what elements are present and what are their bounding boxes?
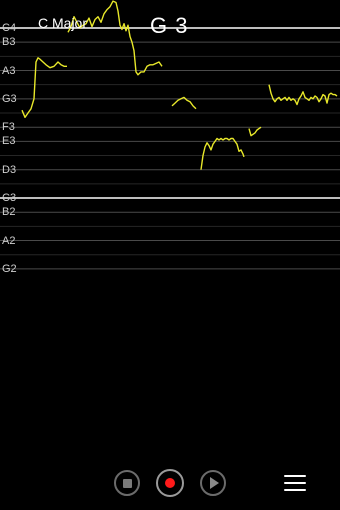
note-label: A2 <box>2 234 16 247</box>
pitch-trace-segment <box>268 84 338 106</box>
note-label: A3 <box>2 64 16 77</box>
hamburger-menu-icon[interactable] <box>284 473 306 493</box>
pitch-trace-segment <box>67 0 163 76</box>
stop-button[interactable] <box>114 470 140 496</box>
note-label: D3 <box>2 163 17 176</box>
pitch-trace-segment <box>248 126 262 137</box>
stop-square-icon <box>122 478 132 488</box>
current-note-display: G 3 <box>150 13 189 38</box>
note-label: C3 <box>2 192 17 205</box>
pitch-trace-segment <box>21 57 67 119</box>
play-triangle-icon <box>210 477 219 489</box>
key-label[interactable]: C Major <box>38 15 87 31</box>
note-label: C4 <box>2 22 17 34</box>
note-label: E3 <box>2 135 16 148</box>
note-label: G2 <box>2 262 17 275</box>
record-button[interactable] <box>156 469 184 497</box>
pitch-graph <box>0 0 340 270</box>
play-button[interactable] <box>200 470 226 496</box>
note-label: G3 <box>2 92 17 105</box>
note-label: B3 <box>2 36 16 49</box>
note-label: B2 <box>2 206 16 219</box>
note-label: F3 <box>2 121 15 134</box>
record-dot-icon <box>165 478 175 488</box>
pitch-trace-segment <box>200 137 245 170</box>
